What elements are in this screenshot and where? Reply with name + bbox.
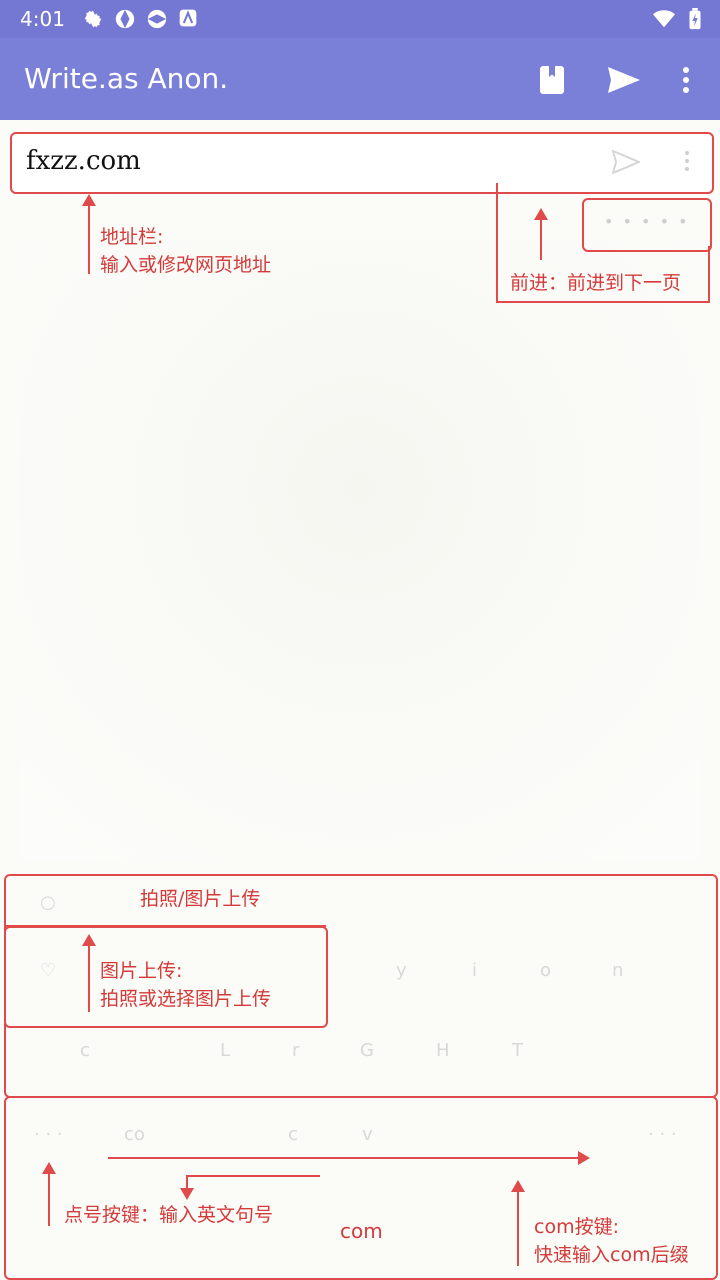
arrow-right-icon [578,1151,590,1165]
arrow-up-icon [42,1162,56,1174]
address-annotation-desc: 输入或修改网页地址 [100,254,272,276]
book-icon [540,66,564,94]
connector-line [496,183,498,303]
gear-icon [84,10,102,28]
key-label: T [512,1040,523,1061]
wifi-icon [653,10,675,28]
arrow-up-icon [511,1180,525,1192]
forward-button[interactable]: • • • • • [582,198,712,252]
key-label: r [292,1040,300,1061]
app-a-icon [179,9,197,27]
location-icon: ♡ [40,960,57,981]
image-upload-annotation-title: 图片上传: [100,960,183,982]
bookmark-button[interactable] [528,56,576,104]
address-input[interactable]: fxzz.com [26,146,141,176]
arrow-up-icon [82,194,96,206]
more-vert-icon[interactable] [684,150,690,172]
camera-upload-annotation: 拍照/图片上传 [140,888,261,910]
key-label: n [612,960,624,981]
publish-button[interactable] [600,56,648,104]
key-label: y [396,960,407,981]
aperture-icon [147,9,167,29]
connector-line [496,301,710,303]
overflow-menu-button[interactable] [662,56,710,104]
key-label: H [436,1040,450,1061]
status-icons-right [652,8,702,30]
arrow-up-icon [534,208,548,220]
battery-icon [689,8,701,30]
faint-key-icon: ○ [40,892,56,913]
app-bar: Write.as Anon. [0,38,720,120]
forward-annotation: 前进：前进到下一页 [510,272,682,294]
key-label: G [360,1040,374,1061]
arrow-line [186,1175,320,1177]
key-label: i [472,960,478,981]
key-label: o [540,960,552,981]
status-icons-left [82,8,198,30]
status-time: 4:01 [20,7,65,31]
com-key-label[interactable]: com [340,1216,383,1247]
arrow-up-icon [82,934,96,946]
arrow-line [88,202,90,274]
key-label: c [80,1040,90,1061]
com-key-annotation-title: com按键: [534,1216,619,1238]
send-icon [608,67,640,93]
aperture-icon [115,9,135,29]
address-annotation-title: 地址栏: [100,226,164,248]
app-title: Write.as Anon. [24,62,229,95]
arrow-line [88,944,90,1012]
more-vert-icon [683,67,689,93]
connector-line [708,246,710,303]
arrow-line [108,1157,580,1159]
send-icon[interactable] [612,150,640,174]
arrow-line [48,1172,50,1226]
key-label: L [220,1040,231,1061]
arrow-line [540,218,542,260]
image-upload-annotation-desc: 拍照或选择图片上传 [100,988,272,1010]
status-bar: 4:01 [0,0,720,38]
arrow-line [517,1190,519,1266]
page-content [20,240,700,860]
com-key-annotation-desc: 快速输入com后缀 [534,1244,689,1266]
forward-dots: • • • • • [604,212,690,231]
dot-key-annotation: 点号按键：输入英文句号 [64,1204,274,1226]
arrow-down-icon [180,1188,194,1200]
address-bar[interactable]: fxzz.com [10,132,714,194]
